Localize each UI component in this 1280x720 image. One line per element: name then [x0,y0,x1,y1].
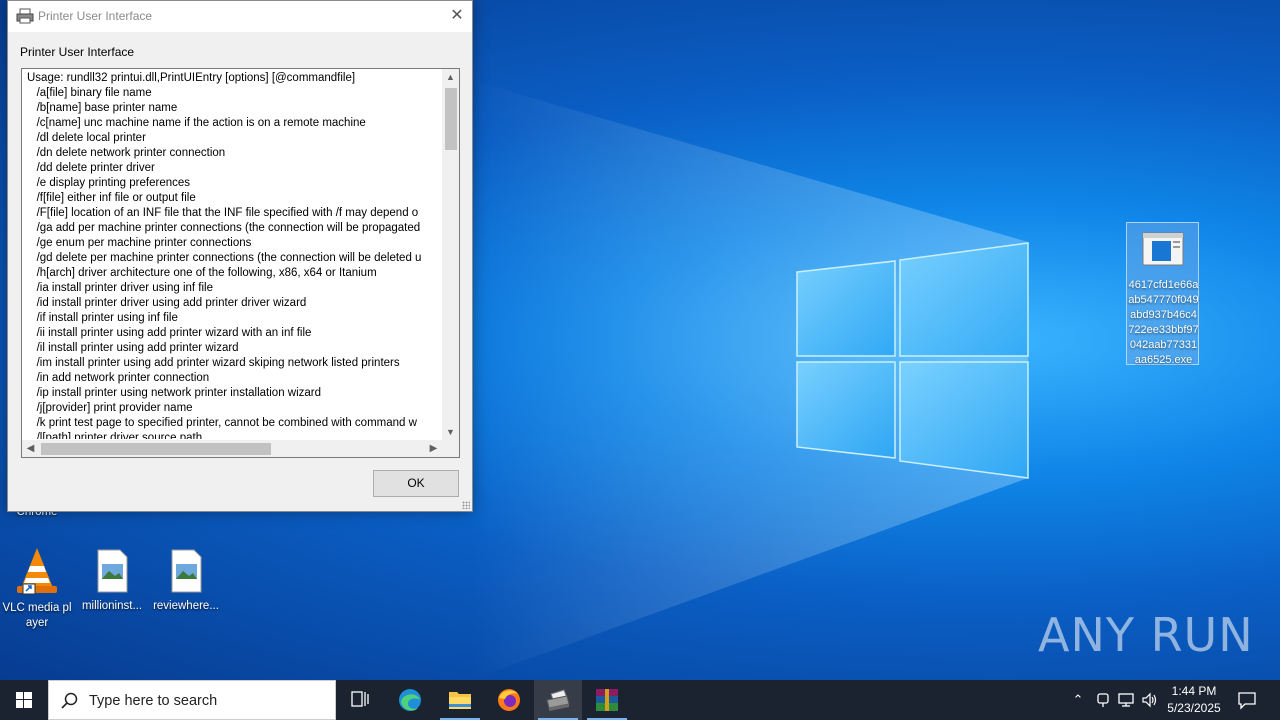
watermark-text: ANY RUN [1038,608,1254,662]
usage-line: /l[path] printer driver source path [27,432,203,439]
usage-line: /if install printer using inf file [27,312,178,324]
taskbar: Type here to search ⌃ 1:44 PM 5/23/2025 [0,680,1280,720]
printer-icon [16,8,34,24]
vertical-scroll-thumb[interactable] [445,88,457,150]
taskbar-app-file-explorer[interactable] [436,680,484,720]
usage-text: Usage: rundll32 printui.dll,PrintUIEntry… [27,71,439,439]
notification-icon [1238,692,1256,710]
taskbar-app-firefox[interactable] [485,680,533,720]
usage-line: /a[file] binary file name [27,87,152,99]
usage-line: Usage: rundll32 printui.dll,PrintUIEntry… [27,72,356,84]
usage-line: /j[provider] print provider name [27,402,193,414]
desktop-icon-file-2[interactable]: reviewhere... [149,548,223,614]
desktop-icon-label: millioninst... [81,600,143,612]
firefox-icon [498,689,520,711]
winrar-icon [596,689,618,711]
usage-line: /ge enum per machine printer connections [27,237,252,249]
action-center-button[interactable] [1236,690,1258,710]
desktop-icon-label: 4617cfd1e66aab547770f049abd937b46c4722ee… [1128,279,1199,366]
image-file-icon [97,549,128,593]
horizontal-scroll-thumb[interactable] [41,443,271,455]
usage-line: /ga add per machine printer connections … [27,222,421,234]
resize-grip-icon[interactable] [462,501,470,509]
dialog-title: Printer User Interface [38,9,153,23]
taskbar-app-edge[interactable] [386,680,434,720]
usage-line: /in add network printer connection [27,372,210,384]
usage-line: /c[name] unc machine name if the action … [27,117,366,129]
usage-line: /h[arch] driver architecture one of the … [27,267,377,279]
desktop-icon-label: VLC media player [2,602,72,629]
clock-time: 1:44 PM [1171,684,1217,698]
dialog-titlebar[interactable]: Printer User Interface ✕ [8,1,472,32]
dialog-heading: Printer User Interface [20,45,135,59]
close-icon[interactable]: ✕ [442,1,472,32]
network-monitor-icon [1118,693,1134,707]
search-placeholder: Type here to search [89,693,218,709]
volume-icon[interactable] [1140,690,1160,710]
usage-line: /dl delete local printer [27,132,146,144]
horizontal-scrollbar[interactable]: ◀ ▶ [22,440,459,457]
anyrun-watermark: ANY RUN [1038,608,1254,662]
speaker-icon [1142,692,1157,708]
desktop-icon-vlc[interactable]: VLC media player [0,546,74,631]
search-icon [61,692,78,709]
usage-line: /F[file] location of an INF file that th… [27,207,419,219]
network-icon[interactable] [1116,690,1136,710]
usb-device-icon [1097,693,1109,707]
start-button[interactable] [0,680,48,720]
usage-line: /id install printer driver using add pri… [27,297,307,309]
usage-line: /im install printer using add printer wi… [27,357,400,369]
clock-date: 5/23/2025 [1167,701,1221,715]
usage-line: /e display printing preferences [27,177,191,189]
desktop-icon-label: reviewhere... [153,600,219,612]
scroll-left-icon[interactable]: ◀ [22,440,39,457]
show-hidden-icons-chevron-up-icon[interactable]: ⌃ [1068,690,1088,710]
vertical-scrollbar[interactable]: ▲ ▼ [442,69,459,441]
printer-icon [546,689,570,711]
scroll-up-icon[interactable]: ▲ [442,69,459,86]
windows-logo-icon [16,692,32,708]
scroll-down-icon[interactable]: ▼ [442,424,459,441]
desktop-icon-exe[interactable]: 4617cfd1e66aab547770f049abd937b46c4722ee… [1126,222,1199,366]
taskbar-search-box[interactable]: Type here to search [48,680,336,720]
image-file-icon [171,549,202,593]
task-view-button[interactable] [336,680,384,720]
scroll-right-icon[interactable]: ▶ [425,440,442,457]
task-view-icon [351,691,369,707]
usage-line: /dn delete network printer connection [27,147,226,159]
folder-icon [449,692,471,709]
usage-line: /ip install printer using network printe… [27,387,322,399]
edge-icon [399,689,421,711]
ok-button[interactable]: OK [373,470,459,497]
printer-ui-dialog: Printer User Interface ✕ Printer User In… [7,0,473,512]
usage-line: /k print test page to specified printer,… [27,417,417,429]
desktop-icon-file-1[interactable]: millioninst... [75,548,149,614]
usage-line: /gd delete per machine printer connectio… [27,252,422,264]
taskbar-clock[interactable]: 1:44 PM 5/23/2025 [1160,683,1228,717]
usage-line: /ia install printer driver using inf fil… [27,282,213,294]
taskbar-app-winrar[interactable] [583,680,631,720]
taskbar-app-printer[interactable] [534,680,582,720]
usage-line: /il install printer using add printer wi… [27,342,239,354]
tray-device-icon[interactable] [1093,690,1113,710]
usage-line: /f[file] either inf file or output file [27,192,196,204]
usage-line: /dd delete printer driver [27,162,155,174]
application-window-icon [1142,232,1183,266]
usage-line: /ii install printer using add printer wi… [27,327,312,339]
usage-text-box[interactable]: Usage: rundll32 printui.dll,PrintUIEntry… [21,68,460,458]
usage-line: /b[name] base printer name [27,102,178,114]
vlc-cone-icon [17,548,57,595]
